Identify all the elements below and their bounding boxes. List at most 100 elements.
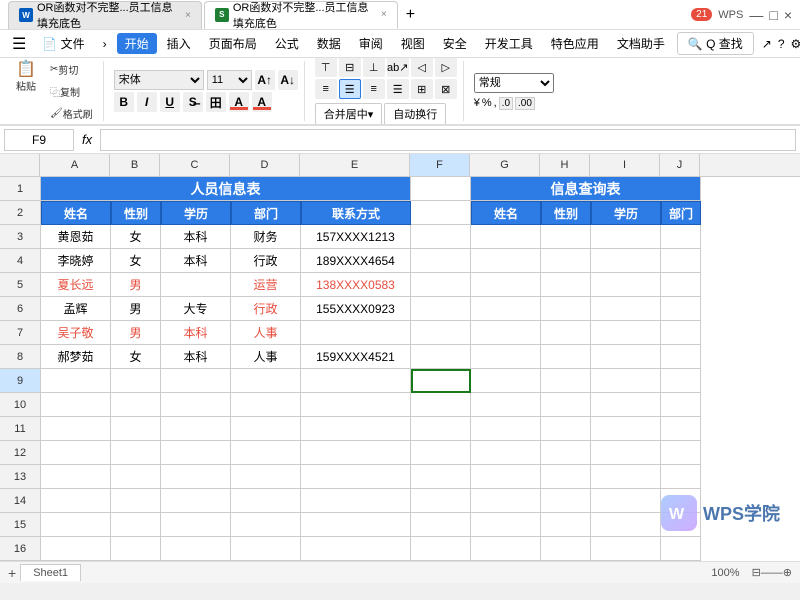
cell-G1-merged[interactable]: 信息查询表 (471, 177, 701, 201)
cell-H11[interactable] (541, 417, 591, 441)
cell-I7[interactable] (591, 321, 661, 345)
cell-J16[interactable] (661, 537, 701, 561)
cell-B15[interactable] (111, 513, 161, 537)
cell-E2[interactable]: 联系方式 (301, 201, 411, 225)
cell-G14[interactable] (471, 489, 541, 513)
cell-J2[interactable]: 部门 (661, 201, 701, 225)
cell-I8[interactable] (591, 345, 661, 369)
cell-I14[interactable] (591, 489, 661, 513)
cell-A11[interactable] (41, 417, 111, 441)
cell-B3[interactable]: 女 (111, 225, 161, 249)
col-header-I[interactable]: I (590, 154, 660, 176)
align-justify-button[interactable]: ☰ (387, 79, 409, 99)
cell-H6[interactable] (541, 297, 591, 321)
menu-file[interactable]: 📄 文件 (34, 33, 92, 54)
cell-J10[interactable] (661, 393, 701, 417)
cell-A2[interactable]: 姓名 (41, 201, 111, 225)
cell-D10[interactable] (231, 393, 301, 417)
decimal-increase-button[interactable]: .0 (499, 97, 513, 110)
col-header-C[interactable]: C (160, 154, 230, 176)
cell-G15[interactable] (471, 513, 541, 537)
cell-F15[interactable] (411, 513, 471, 537)
row-header-10[interactable]: 10 (0, 393, 40, 417)
cell-D5[interactable]: 运营 (231, 273, 301, 297)
cell-E11[interactable] (301, 417, 411, 441)
row-header-13[interactable]: 13 (0, 465, 40, 489)
settings-icon[interactable]: ⚙ (791, 37, 800, 51)
align-middle-button[interactable]: ⊟ (339, 58, 361, 77)
cell-F7[interactable] (411, 321, 471, 345)
cell-F14[interactable] (411, 489, 471, 513)
cell-A6[interactable]: 孟辉 (41, 297, 111, 321)
cell-B8[interactable]: 女 (111, 345, 161, 369)
cell-C16[interactable] (161, 537, 231, 561)
cell-I3[interactable] (591, 225, 661, 249)
cell-G2[interactable]: 姓名 (471, 201, 541, 225)
cell-D12[interactable] (231, 441, 301, 465)
menu-dochub[interactable]: 文档助手 (609, 33, 673, 54)
italic-button[interactable]: I (137, 92, 157, 112)
cell-C3[interactable]: 本科 (161, 225, 231, 249)
cell-J7[interactable] (661, 321, 701, 345)
cell-G4[interactable] (471, 249, 541, 273)
cell-G7[interactable] (471, 321, 541, 345)
cell-I12[interactable] (591, 441, 661, 465)
row-header-9[interactable]: 9 (0, 369, 40, 393)
cell-E6[interactable]: 155XXXX0923 (301, 297, 411, 321)
col-header-H[interactable]: H (540, 154, 590, 176)
menu-special[interactable]: 特色应用 (543, 33, 607, 54)
col-header-G[interactable]: G (470, 154, 540, 176)
fill-color-button[interactable]: A (229, 92, 249, 112)
cell-E15[interactable] (301, 513, 411, 537)
tab-et-doc[interactable]: S OR函数对不完整...员工信息填充底色 × (204, 1, 398, 29)
cell-H14[interactable] (541, 489, 591, 513)
font-size-increase-button[interactable]: A↑ (255, 70, 275, 90)
cell-D14[interactable] (231, 489, 301, 513)
close-button[interactable]: × (784, 7, 792, 23)
cell-B16[interactable] (111, 537, 161, 561)
cell-D16[interactable] (231, 537, 301, 561)
cell-A16[interactable] (41, 537, 111, 561)
cell-F13[interactable] (411, 465, 471, 489)
align-bottom-button[interactable]: ⊥ (363, 58, 385, 77)
format-painter-button[interactable]: 🖌 格式刷 (46, 104, 97, 123)
cell-I6[interactable] (591, 297, 661, 321)
col-header-F[interactable]: F (410, 154, 470, 176)
cell-E8[interactable]: 159XXXX4521 (301, 345, 411, 369)
cell-I10[interactable] (591, 393, 661, 417)
cell-I2[interactable]: 学历 (591, 201, 661, 225)
cell-F11[interactable] (411, 417, 471, 441)
cell-F3[interactable] (411, 225, 471, 249)
cell-C7[interactable]: 本科 (161, 321, 231, 345)
zoom-slider[interactable]: ⊟——⊕ (752, 566, 792, 579)
cell-G10[interactable] (471, 393, 541, 417)
cell-E5[interactable]: 138XXXX0583 (301, 273, 411, 297)
row-header-7[interactable]: 7 (0, 321, 40, 345)
menu-formula[interactable]: 公式 (267, 33, 307, 54)
cell-A1-merged-title[interactable]: 人员信息表 (41, 177, 411, 201)
minimize-button[interactable]: — (749, 7, 763, 23)
cell-F2[interactable] (411, 201, 471, 225)
cell-B6[interactable]: 男 (111, 297, 161, 321)
cell-F5[interactable] (411, 273, 471, 297)
cell-B7[interactable]: 男 (111, 321, 161, 345)
text-angle-button[interactable]: ab↗ (387, 58, 409, 77)
cell-C9[interactable] (161, 369, 231, 393)
copy-button[interactable]: ⿻ 复制 (46, 82, 97, 101)
cell-D13[interactable] (231, 465, 301, 489)
cell-B9[interactable] (111, 369, 161, 393)
cell-D15[interactable] (231, 513, 301, 537)
maximize-button[interactable]: □ (769, 7, 777, 23)
row-header-5[interactable]: 5 (0, 273, 40, 297)
cell-G3[interactable] (471, 225, 541, 249)
cell-J6[interactable] (661, 297, 701, 321)
align-left-button[interactable]: ≡ (315, 79, 337, 99)
font-size-select[interactable]: 11 (207, 70, 252, 90)
cell-C6[interactable]: 大专 (161, 297, 231, 321)
cell-C14[interactable] (161, 489, 231, 513)
cell-I9[interactable] (591, 369, 661, 393)
border-button[interactable]: 田 (206, 92, 226, 112)
cell-J3[interactable] (661, 225, 701, 249)
tab-close-1[interactable]: × (185, 10, 191, 21)
cell-H10[interactable] (541, 393, 591, 417)
